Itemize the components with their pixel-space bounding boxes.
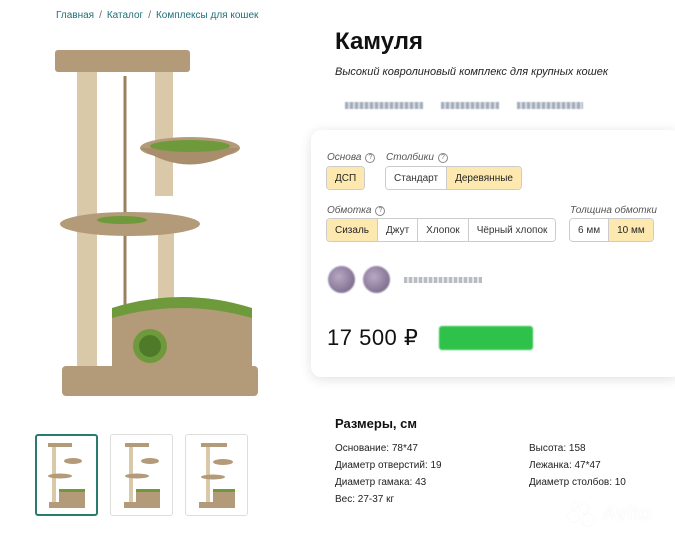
blurred-text bbox=[441, 102, 499, 109]
thumbnail[interactable] bbox=[35, 434, 98, 516]
wrap-label-text: Обмотка bbox=[327, 205, 372, 216]
dimension-hole-diameter: Диаметр отверстий: 19 bbox=[335, 460, 442, 471]
breadcrumb-category[interactable]: Комплексы для кошек bbox=[156, 10, 258, 21]
price: 17 500 ₽ bbox=[327, 325, 419, 350]
blurred-links bbox=[345, 102, 583, 109]
help-icon[interactable]: ? bbox=[437, 152, 448, 163]
dimension-post-diameter: Диаметр столбов: 10 bbox=[529, 477, 626, 488]
thickness-option-10mm[interactable]: 10 мм bbox=[609, 219, 653, 241]
wrap-label: Обмотка? bbox=[327, 205, 386, 216]
posts-label: Столбики? bbox=[386, 152, 448, 163]
configurator-card: Основа? ДСП Столбики? Стандарт Деревянны… bbox=[311, 130, 675, 377]
color-swatches bbox=[328, 266, 482, 293]
base-label-text: Основа bbox=[327, 152, 362, 163]
breadcrumb-catalog[interactable]: Каталог bbox=[107, 10, 143, 21]
wrap-selector: Сизаль Джут Хлопок Чёрный хлопок bbox=[326, 218, 557, 242]
thumbnail-strip bbox=[35, 434, 248, 516]
product-subtitle: Высокий ковролиновый комплекс для крупны… bbox=[335, 66, 609, 78]
dimensions-title: Размеры, см bbox=[335, 416, 417, 431]
posts-option-standard[interactable]: Стандарт bbox=[386, 167, 448, 189]
base-option-dsp[interactable]: ДСП bbox=[327, 167, 365, 189]
dimension-base: Основание: 78*47 bbox=[335, 443, 418, 454]
breadcrumb-separator: / bbox=[148, 10, 151, 21]
base-selector: ДСП bbox=[326, 166, 366, 190]
wrap-thickness-selector: 6 мм 10 мм bbox=[569, 218, 654, 242]
thumbnail[interactable] bbox=[110, 434, 173, 516]
avito-wordmark: Avito bbox=[602, 502, 652, 525]
product-photo[interactable] bbox=[40, 36, 280, 416]
posts-selector: Стандарт Деревянные bbox=[385, 166, 522, 190]
thumbnail-image bbox=[198, 443, 235, 508]
thumbnail-image bbox=[123, 443, 160, 508]
wrap-option-jute[interactable]: Джут bbox=[378, 219, 419, 241]
breadcrumb-separator: / bbox=[99, 10, 102, 21]
dimension-weight: Вес: 27-37 кг bbox=[335, 494, 395, 505]
dimension-bed: Лежанка: 47*47 bbox=[529, 460, 601, 471]
thickness-option-6mm[interactable]: 6 мм bbox=[570, 219, 610, 241]
color-swatch[interactable] bbox=[363, 266, 390, 293]
wrap-option-black-cotton[interactable]: Чёрный хлопок bbox=[468, 219, 556, 241]
posts-option-wooden[interactable]: Деревянные bbox=[447, 167, 521, 189]
color-swatch[interactable] bbox=[328, 266, 355, 293]
help-icon[interactable]: ? bbox=[375, 205, 386, 216]
buy-button[interactable] bbox=[439, 326, 533, 350]
wrap-thickness-label-text: Толщина обмотки bbox=[570, 205, 657, 216]
wrap-thickness-label: Толщина обмотки bbox=[570, 205, 657, 216]
breadcrumb-home[interactable]: Главная bbox=[56, 10, 94, 21]
thumbnail-image bbox=[47, 443, 85, 508]
avito-logo-icon bbox=[568, 502, 598, 526]
blurred-text bbox=[517, 102, 583, 109]
thumbnail[interactable] bbox=[185, 434, 248, 516]
breadcrumb: Главная / Каталог / Комплексы для кошек bbox=[56, 10, 258, 21]
avito-watermark: Avito bbox=[568, 502, 651, 526]
dimension-hammock-diameter: Диаметр гамака: 43 bbox=[335, 477, 427, 488]
blurred-text bbox=[404, 276, 482, 283]
dimension-height: Высота: 158 bbox=[529, 443, 586, 454]
wrap-option-cotton[interactable]: Хлопок bbox=[418, 219, 469, 241]
product-title: Камуля bbox=[335, 28, 424, 55]
posts-label-text: Столбики bbox=[386, 152, 434, 163]
base-label: Основа? bbox=[327, 152, 376, 163]
wrap-option-sisal[interactable]: Сизаль bbox=[327, 219, 378, 241]
help-icon[interactable]: ? bbox=[365, 152, 376, 163]
blurred-text bbox=[345, 102, 423, 109]
